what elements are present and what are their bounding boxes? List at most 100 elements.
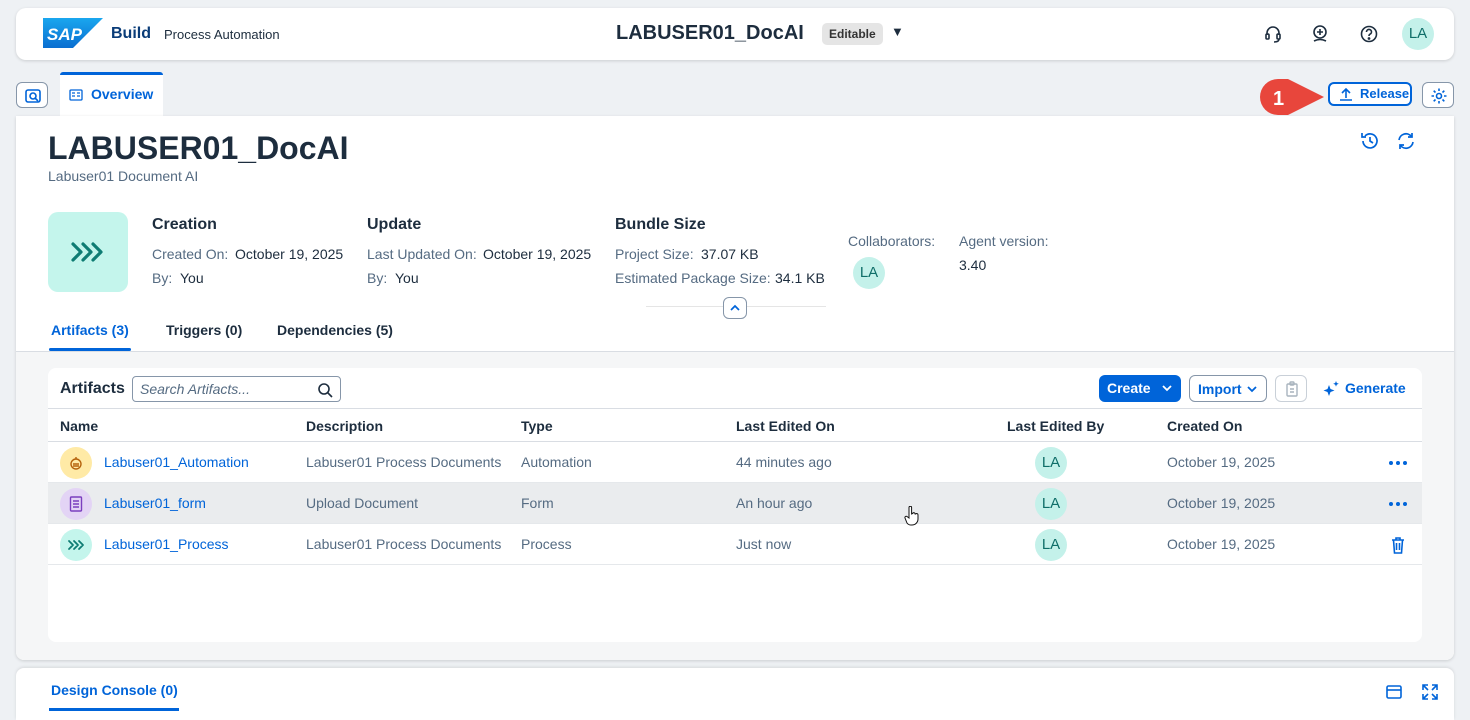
more-icon[interactable] <box>1386 494 1410 514</box>
chevron-up-icon <box>730 304 740 311</box>
artifact-type: Automation <box>521 454 592 470</box>
package-size-value: 34.1 KB <box>775 270 825 286</box>
import-button-label: Import <box>1198 381 1242 397</box>
artifact-last-edited-on: An hour ago <box>736 495 813 511</box>
panel-icon[interactable] <box>1385 683 1403 701</box>
import-button[interactable]: Import <box>1189 375 1267 402</box>
table-row[interactable]: Labuser01_Process Labuser01 Process Docu… <box>48 524 1422 565</box>
paste-icon <box>1286 381 1298 397</box>
tab-artifacts[interactable]: Artifacts (3) <box>51 322 129 338</box>
help-icon[interactable] <box>1359 24 1379 44</box>
sap-logo-text: SAP <box>47 25 83 44</box>
release-button-label: Release <box>1360 86 1410 101</box>
artifact-description: Upload Document <box>306 495 419 511</box>
updated-by-value: You <box>395 270 419 286</box>
artifacts-card: Artifacts Search Artifacts... Create Imp… <box>48 368 1422 642</box>
release-button[interactable]: Release <box>1328 82 1412 106</box>
design-console-tab[interactable]: Design Console (0) <box>51 682 178 698</box>
overview-panel: LABUSER01_DocAI Labuser01 Document AI Cr… <box>16 116 1454 660</box>
settings-icon <box>1431 88 1447 104</box>
automation-icon <box>60 447 92 479</box>
shell-project-title: LABUSER01_DocAI <box>616 22 804 44</box>
column-name[interactable]: Name <box>60 418 98 434</box>
column-created-on[interactable]: Created On <box>1167 418 1242 434</box>
headset-icon[interactable] <box>1263 24 1283 44</box>
chevron-down-icon <box>1162 385 1172 392</box>
column-last-edited-on[interactable]: Last Edited On <box>736 418 835 434</box>
project-size-value: 37.07 KB <box>701 246 759 262</box>
table-row[interactable]: Labuser01_Automation Labuser01 Process D… <box>48 442 1422 483</box>
paste-button[interactable] <box>1275 375 1307 402</box>
shell-bar: SAP Build Process Automation LABUSER01_D… <box>16 8 1454 60</box>
product-name: Process Automation <box>164 27 280 42</box>
search-icon[interactable] <box>317 382 333 398</box>
generate-button[interactable]: Generate <box>1318 375 1410 402</box>
last-updated-value: October 19, 2025 <box>483 246 592 262</box>
artifacts-title: Artifacts <box>60 380 125 397</box>
tab-overview[interactable]: Overview <box>60 72 163 116</box>
design-console: Design Console (0) <box>16 668 1454 720</box>
created-by-label: By: <box>152 270 173 286</box>
history-icon[interactable] <box>1359 130 1381 152</box>
artifact-name-link[interactable]: Labuser01_Process <box>104 536 229 552</box>
step-callout-number: 1 <box>1273 88 1284 110</box>
column-type[interactable]: Type <box>521 418 553 434</box>
created-on-label: Created On: <box>152 246 229 262</box>
process-icon <box>71 242 103 262</box>
collaborator-avatar[interactable]: LA <box>853 257 885 289</box>
hand-cursor-icon <box>904 506 919 526</box>
design-console-indicator <box>49 708 179 711</box>
project-size-label: Project Size: <box>615 246 694 262</box>
page-title: LABUSER01_DocAI <box>48 130 349 166</box>
table-header: Name Description Type Last Edited On Las… <box>48 408 1422 442</box>
sap-logo[interactable]: SAP <box>43 18 103 48</box>
create-button[interactable]: Create <box>1099 375 1181 402</box>
toggle-side-panel-button[interactable] <box>16 82 48 108</box>
project-settings-button[interactable] <box>1422 82 1454 108</box>
form-icon <box>60 488 92 520</box>
sparkle-icon <box>1323 381 1339 396</box>
tab-overview-label: Overview <box>91 86 154 102</box>
column-description[interactable]: Description <box>306 418 383 434</box>
collapse-header-button[interactable] <box>723 297 747 319</box>
editable-badge: Editable <box>822 23 883 45</box>
search-input[interactable]: Search Artifacts... <box>132 376 341 402</box>
version-dropdown-icon[interactable]: ▼ <box>891 24 904 39</box>
artifact-type: Form <box>521 495 554 511</box>
artifact-name-link[interactable]: Labuser01_Automation <box>104 454 249 470</box>
artifact-editor-avatar: LA <box>1035 488 1067 520</box>
table-row[interactable]: Labuser01_form Upload Document Form An h… <box>48 483 1422 524</box>
brand-name: Build <box>111 25 151 42</box>
updated-by-label: By: <box>367 270 388 286</box>
page-subtitle: Labuser01 Document AI <box>48 168 199 184</box>
feedback-icon[interactable] <box>1311 24 1331 44</box>
upload-icon <box>1340 87 1352 101</box>
process-tile <box>48 212 128 292</box>
artifact-name-link[interactable]: Labuser01_form <box>104 495 206 511</box>
search-placeholder: Search Artifacts... <box>140 381 250 397</box>
refresh-icon[interactable] <box>1395 130 1417 152</box>
overview-icon <box>69 89 83 101</box>
delete-icon[interactable] <box>1386 535 1410 555</box>
created-on-value: October 19, 2025 <box>235 246 344 262</box>
update-heading: Update <box>367 216 422 233</box>
artifact-editor-avatar: LA <box>1035 529 1067 561</box>
creation-heading: Creation <box>152 216 217 233</box>
artifact-created-on: October 19, 2025 <box>1167 454 1276 470</box>
artifact-last-edited-on: Just now <box>736 536 792 552</box>
fullscreen-icon[interactable] <box>1421 683 1439 701</box>
step-callout: 1 <box>1260 79 1324 115</box>
column-last-edited-by[interactable]: Last Edited By <box>1007 418 1104 434</box>
more-icon[interactable] <box>1386 453 1410 473</box>
artifacts-area: Artifacts Search Artifacts... Create Imp… <box>16 352 1454 660</box>
chevron-down-icon <box>1247 386 1257 393</box>
last-updated-label: Last Updated On: <box>367 246 477 262</box>
artifact-created-on: October 19, 2025 <box>1167 536 1276 552</box>
bundle-heading: Bundle Size <box>615 216 706 233</box>
package-size-label: Estimated Package Size: <box>615 270 771 286</box>
artifact-type: Process <box>521 536 572 552</box>
tab-dependencies[interactable]: Dependencies (5) <box>277 322 393 338</box>
artifact-description: Labuser01 Process Documents <box>306 536 502 552</box>
user-avatar[interactable]: LA <box>1402 18 1434 50</box>
tab-triggers[interactable]: Triggers (0) <box>166 322 242 338</box>
